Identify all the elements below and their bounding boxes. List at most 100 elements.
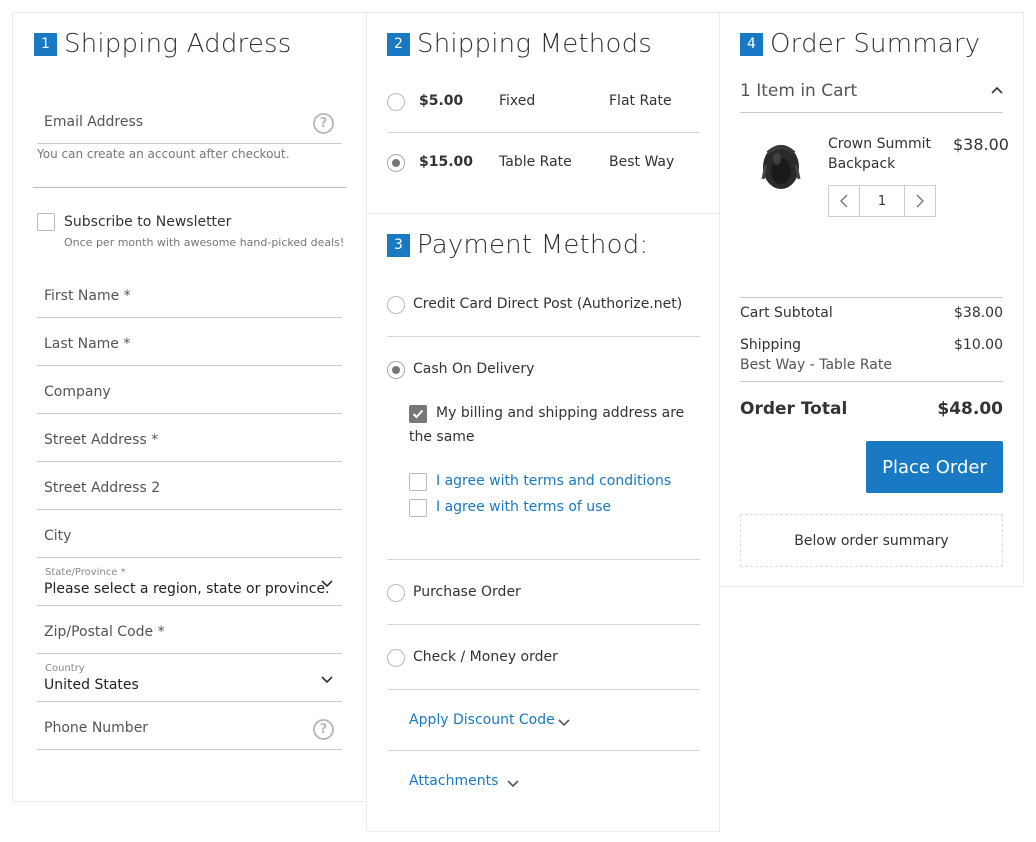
help-icon[interactable]: ?	[313, 113, 334, 134]
divider	[387, 132, 700, 133]
company-field[interactable]: Company	[37, 366, 342, 414]
below-order-summary: Below order summary	[740, 514, 1003, 567]
step-badge: 1	[34, 32, 57, 56]
shipping-option-price: $5.00	[419, 93, 464, 109]
chevron-down-icon	[321, 676, 333, 684]
qty-input[interactable]: 1	[859, 185, 905, 217]
shipping-option-radio[interactable]	[387, 93, 405, 111]
payment-method-title: Payment Method:	[417, 230, 649, 260]
terms-conditions-checkbox[interactable]	[409, 473, 427, 491]
terms-use-link[interactable]: I agree with terms of use	[436, 499, 611, 515]
shipping-label: Shipping	[740, 337, 802, 353]
phone-field[interactable]: Phone Number ?	[37, 702, 342, 750]
shipping-option-method: Fixed	[499, 93, 536, 109]
email-hint: You can create an account after checkout…	[37, 147, 290, 161]
cart-subtotal-label: Cart Subtotal	[740, 305, 833, 321]
terms-conditions-link[interactable]: I agree with terms and conditions	[436, 473, 671, 489]
order-summary-heading: 4 Order Summary	[740, 29, 980, 59]
payment-label-credit-card: Credit Card Direct Post (Authorize.net)	[413, 296, 683, 312]
shipping-address-title: Shipping Address	[64, 29, 292, 59]
order-total-value: $48.00	[937, 399, 1003, 419]
shipping-value: $10.00	[954, 337, 1003, 353]
country-value: United States	[44, 677, 139, 693]
shipping-methods-heading: 2 Shipping Methods	[387, 29, 652, 59]
newsletter-label: Subscribe to Newsletter	[64, 214, 232, 230]
divider	[387, 750, 700, 751]
street-address-label: Street Address *	[44, 432, 159, 448]
shipping-option-radio[interactable]	[387, 154, 405, 172]
same-address-label-line1: My billing and shipping address are	[436, 405, 685, 421]
chevron-down-icon	[321, 580, 333, 588]
phone-label: Phone Number	[44, 720, 149, 736]
shipping-address-panel: 1 Shipping Address Email Address ? You c…	[12, 12, 367, 802]
shipping-option-carrier: Best Way	[609, 154, 675, 170]
chevron-down-icon[interactable]	[557, 715, 571, 729]
qty-increase-button[interactable]	[904, 185, 936, 217]
shipping-option-method: Table Rate	[499, 154, 572, 170]
street-address-field[interactable]: Street Address *	[37, 414, 342, 462]
shipping-option-carrier: Flat Rate	[609, 93, 672, 109]
product-name-line1: Crown Summit	[828, 136, 931, 152]
divider	[740, 381, 1003, 382]
order-total-label: Order Total	[740, 399, 848, 419]
payment-method-heading: 3 Payment Method:	[387, 230, 648, 260]
payment-label-purchase-order: Purchase Order	[413, 584, 521, 600]
chevron-down-icon[interactable]	[506, 776, 520, 790]
first-name-field[interactable]: First Name *	[37, 270, 342, 318]
company-label: Company	[44, 384, 111, 400]
shipping-methods-title: Shipping Methods	[417, 29, 653, 59]
same-address-checkbox[interactable]	[409, 405, 427, 423]
shipping-method-summary: Best Way - Table Rate	[740, 357, 892, 373]
divider	[387, 559, 700, 560]
cart-subtotal-value: $38.00	[954, 305, 1003, 321]
zip-label: Zip/Postal Code *	[44, 624, 165, 640]
newsletter-hint: Once per month with awesome hand-picked …	[64, 236, 345, 249]
country-label: Country	[45, 663, 85, 674]
items-in-cart-toggle[interactable]: 1 Item in Cart	[740, 81, 857, 101]
state-value: Please select a region, state or provinc…	[44, 581, 330, 597]
state-select[interactable]: State/Province * Please select a region,…	[37, 558, 342, 606]
divider	[387, 336, 700, 337]
payment-label-check-money: Check / Money order	[413, 649, 558, 665]
place-order-button[interactable]: Place Order	[866, 441, 1003, 493]
city-label: City	[44, 528, 72, 544]
divider	[387, 624, 700, 625]
step-badge: 2	[387, 32, 410, 56]
product-name-line2: Backpack	[828, 156, 896, 172]
step-badge: 3	[387, 233, 410, 257]
product-price: $38.00	[953, 135, 1009, 154]
help-icon[interactable]: ?	[313, 719, 334, 740]
shipping-payment-panel: 2 Shipping Methods $5.00 Fixed Flat Rate…	[366, 12, 721, 832]
apply-discount-toggle[interactable]: Apply Discount Code	[409, 712, 555, 728]
street-address-2-label: Street Address 2	[44, 480, 161, 496]
chevron-right-icon	[916, 194, 924, 208]
divider	[387, 689, 700, 690]
payment-radio-purchase-order[interactable]	[387, 584, 405, 602]
newsletter-checkbox[interactable]	[37, 213, 55, 231]
zip-field[interactable]: Zip/Postal Code *	[37, 606, 342, 654]
payment-radio-check-money[interactable]	[387, 649, 405, 667]
divider	[740, 112, 1003, 113]
section-divider	[367, 213, 721, 214]
payment-radio-cash-on-delivery[interactable]	[387, 361, 405, 379]
terms-use-checkbox[interactable]	[409, 499, 427, 517]
order-summary-panel: 4 Order Summary 1 Item in Cart Crown Sum…	[719, 12, 1024, 587]
divider	[740, 297, 1003, 298]
qty-decrease-button[interactable]	[828, 185, 860, 217]
email-label: Email Address	[44, 114, 144, 130]
email-field[interactable]: Email Address ?	[37, 96, 342, 144]
chevron-left-icon	[840, 194, 848, 208]
country-select[interactable]: Country United States	[37, 654, 342, 702]
chevron-up-icon[interactable]	[990, 84, 1004, 98]
payment-radio-credit-card[interactable]	[387, 296, 405, 314]
first-name-label: First Name *	[44, 288, 131, 304]
shipping-option-price: $15.00	[419, 154, 474, 170]
attachments-toggle[interactable]: Attachments	[409, 773, 498, 789]
divider	[33, 187, 346, 188]
street-address-2-field[interactable]: Street Address 2	[37, 462, 342, 510]
same-address-label-line2: the same	[409, 429, 475, 445]
checkmark-icon	[412, 409, 424, 419]
last-name-field[interactable]: Last Name *	[37, 318, 342, 366]
state-label: State/Province *	[45, 567, 126, 578]
city-field[interactable]: City	[37, 510, 342, 558]
